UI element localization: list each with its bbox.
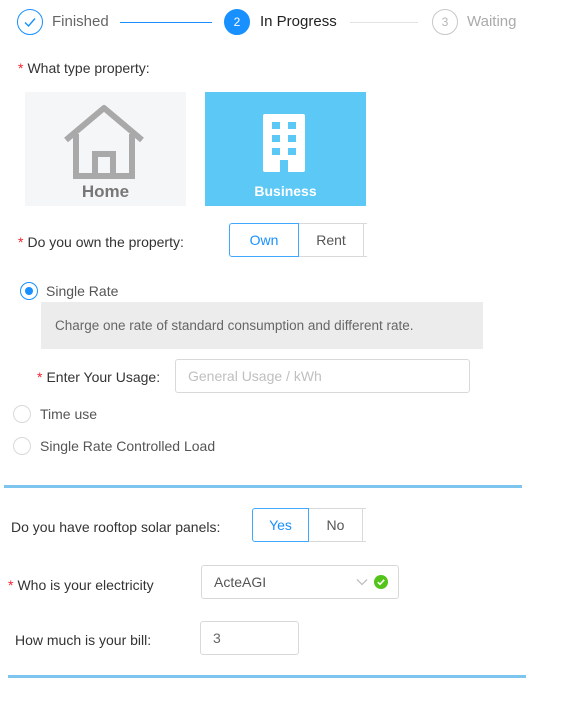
property-card-business[interactable]: Business — [205, 92, 366, 206]
building-icon — [263, 114, 305, 172]
own-property-toggle: Own Rent — [229, 223, 367, 257]
section-divider — [8, 675, 526, 678]
solar-yes-button[interactable]: Yes — [252, 508, 309, 542]
controlled-load-label[interactable]: Single Rate Controlled Load — [40, 436, 215, 456]
section-divider — [4, 485, 522, 488]
electricity-label: * Who is your electricity — [8, 577, 154, 593]
check-icon — [24, 18, 36, 28]
usage-label: * Enter Your Usage: — [37, 369, 161, 385]
step-number: 2 — [233, 15, 241, 29]
step-finished-label: Finished — [52, 13, 109, 30]
controlled-load-radio[interactable] — [13, 437, 31, 455]
step-in-progress-label: In Progress — [260, 13, 337, 30]
property-card-home[interactable]: Home — [25, 92, 186, 206]
property-type-label: * What type property: — [18, 60, 150, 76]
time-use-label[interactable]: Time use — [40, 404, 97, 424]
step-number: 3 — [441, 15, 449, 29]
single-rate-radio[interactable] — [20, 282, 38, 300]
step-waiting-label: Waiting — [467, 13, 517, 30]
step-connector — [350, 22, 418, 23]
electricity-select[interactable]: ActeAGI — [201, 565, 399, 599]
rent-button[interactable]: Rent — [298, 223, 364, 257]
time-use-radio[interactable] — [13, 405, 31, 423]
step-waiting[interactable]: 3 — [432, 9, 458, 35]
home-card-label: Home — [81, 182, 130, 201]
bill-input[interactable] — [200, 621, 299, 655]
own-property-label: * Do you own the property: — [18, 234, 184, 250]
solar-no-button[interactable]: No — [308, 508, 363, 542]
rate-description: Charge one rate of standard consumption … — [41, 302, 483, 349]
step-in-progress[interactable]: 2 — [224, 9, 250, 35]
chevron-down-icon — [356, 579, 368, 586]
electricity-select-value: ActeAGI — [214, 574, 267, 590]
solar-toggle: Yes No — [252, 508, 366, 542]
step-finished[interactable] — [17, 9, 43, 35]
solar-label: Do you have rooftop solar panels: — [11, 519, 221, 535]
button-group-edge — [362, 508, 366, 542]
step-connector — [120, 22, 212, 23]
button-group-edge — [363, 223, 367, 257]
business-card-label: Business — [254, 183, 317, 199]
usage-input[interactable] — [175, 359, 470, 393]
single-rate-label[interactable]: Single Rate — [46, 281, 118, 301]
house-icon — [64, 105, 144, 179]
success-check-icon — [374, 575, 388, 589]
bill-label: How much is your bill: — [15, 632, 152, 648]
own-button[interactable]: Own — [229, 223, 299, 257]
